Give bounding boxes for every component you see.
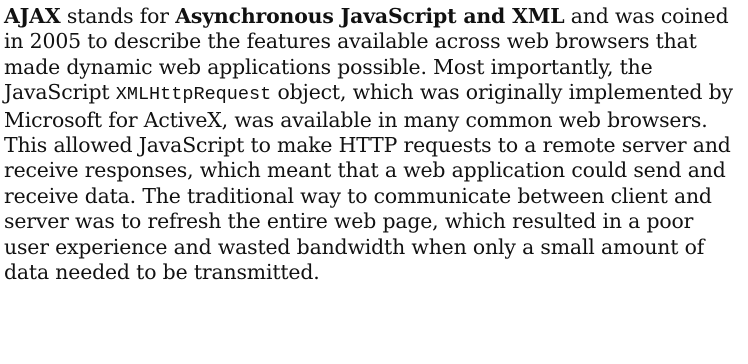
term-ajax: AJAX xyxy=(4,4,61,28)
ajax-paragraph: AJAX stands for Asynchronous JavaScript … xyxy=(4,4,744,285)
inline-code-xmlhttprequest: XMLHttpRequest xyxy=(115,84,272,106)
document-body: AJAX stands for Asynchronous JavaScript … xyxy=(0,0,748,364)
paragraph-text-1: stands for xyxy=(60,4,176,28)
paragraph-text-3: object, which was originally implemented… xyxy=(4,80,733,285)
term-expansion: Asynchronous JavaScript and XML xyxy=(175,4,565,28)
